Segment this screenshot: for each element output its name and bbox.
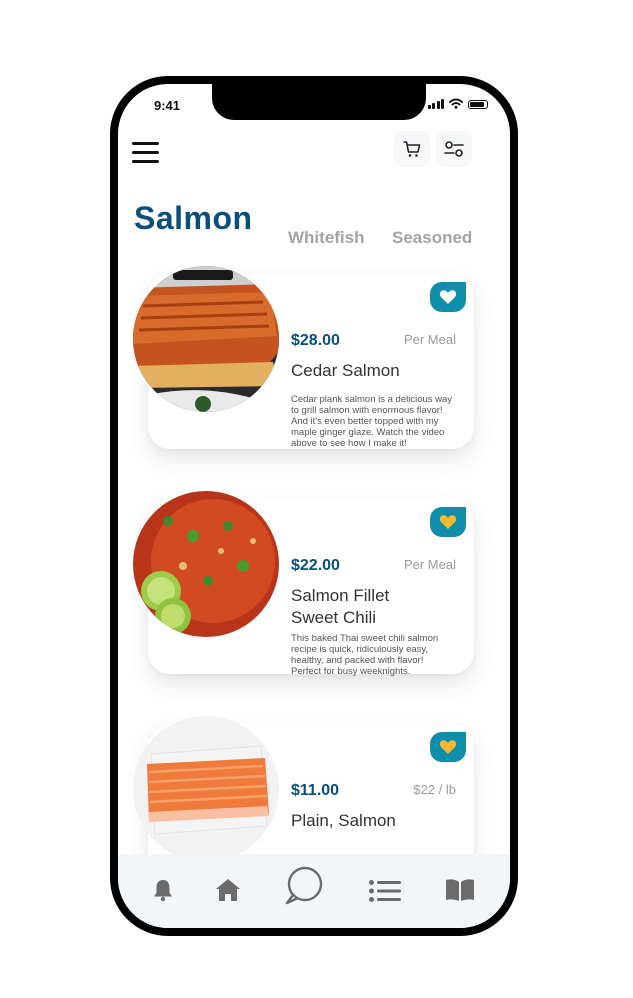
heart-icon bbox=[439, 515, 457, 529]
item-unit: $22 / lb bbox=[413, 782, 456, 797]
heart-icon bbox=[439, 740, 457, 754]
product-image bbox=[133, 716, 279, 862]
item-description: This baked Thai sweet chili salmon recip… bbox=[291, 633, 439, 677]
tab-salmon[interactable]: Salmon bbox=[134, 200, 253, 237]
item-price: $22.00 bbox=[291, 557, 340, 574]
item-unit: Per Meal bbox=[403, 557, 456, 572]
wifi-icon bbox=[449, 98, 463, 109]
tab-seasoned[interactable]: Seasoned bbox=[392, 228, 472, 248]
nav-list[interactable] bbox=[369, 880, 401, 902]
bell-icon bbox=[154, 880, 172, 902]
phone-frame: 9:41 Salmon Whitefish Seasoned $28.00 Pe… bbox=[110, 76, 518, 936]
chat-icon bbox=[285, 866, 323, 905]
book-icon bbox=[446, 879, 474, 901]
item-unit: Per Meal bbox=[403, 332, 456, 347]
bottom-nav bbox=[118, 854, 510, 928]
heart-shape bbox=[439, 515, 457, 529]
status-time: 9:41 bbox=[154, 98, 181, 113]
item-price: $28.00 bbox=[291, 332, 340, 349]
filter-icon bbox=[444, 141, 464, 157]
home-icon bbox=[216, 879, 240, 901]
heart-shape bbox=[439, 740, 457, 754]
tab-whitefish[interactable]: Whitefish bbox=[288, 228, 365, 248]
category-tabs: Salmon Whitefish Seasoned bbox=[134, 200, 494, 248]
heart-icon bbox=[439, 290, 457, 304]
favorite-button[interactable] bbox=[430, 507, 466, 537]
filter-button[interactable] bbox=[436, 131, 472, 167]
list-icon bbox=[369, 880, 401, 902]
favorite-button[interactable] bbox=[430, 282, 466, 312]
favorite-button[interactable] bbox=[430, 732, 466, 762]
product-image bbox=[133, 491, 279, 637]
nav-chat[interactable] bbox=[284, 866, 324, 906]
item-name: Cedar Salmon bbox=[291, 361, 400, 380]
nav-notifications[interactable] bbox=[152, 878, 174, 902]
nav-home[interactable] bbox=[215, 878, 241, 902]
heart-shape bbox=[439, 290, 457, 304]
cart-icon bbox=[403, 141, 421, 157]
item-name: Plain, Salmon bbox=[291, 811, 396, 830]
menu-icon[interactable] bbox=[132, 142, 162, 168]
product-image bbox=[133, 266, 279, 412]
cart-button[interactable] bbox=[394, 131, 430, 167]
app-screen: 9:41 Salmon Whitefish Seasoned $28.00 Pe… bbox=[118, 84, 510, 928]
nav-book[interactable] bbox=[445, 878, 475, 902]
battery-icon bbox=[468, 100, 488, 109]
notch bbox=[212, 84, 426, 120]
item-price: $11.00 bbox=[291, 782, 340, 799]
item-description: Cedar plank salmon is a delicious way to… bbox=[291, 394, 453, 449]
status-icons bbox=[427, 98, 488, 109]
item-name: Salmon Fillet Sweet Chili bbox=[291, 586, 390, 627]
signal-icon bbox=[427, 99, 444, 109]
